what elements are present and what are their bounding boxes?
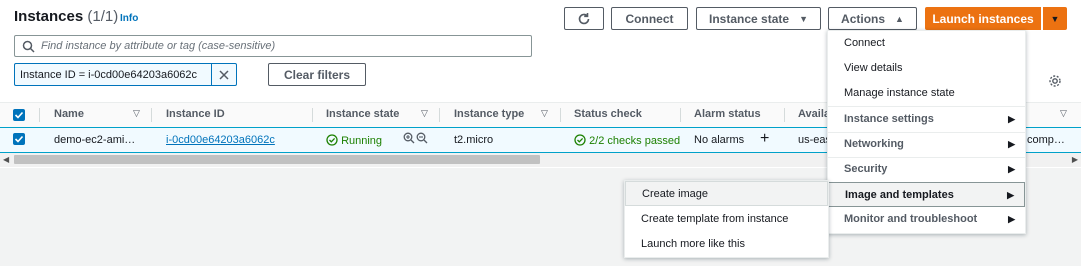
caret-right-icon: ▶ bbox=[1008, 214, 1015, 224]
column-divider bbox=[560, 108, 561, 122]
title-text: Instances bbox=[14, 8, 84, 25]
launch-dropdown-button[interactable]: ▼ bbox=[1043, 7, 1067, 30]
connect-button[interactable]: Connect bbox=[611, 7, 688, 30]
search-placeholder: Find instance by attribute or tag (case-… bbox=[41, 40, 276, 52]
search-icon bbox=[22, 40, 35, 53]
group-label: Image and templates bbox=[845, 189, 954, 201]
launch-instances-button[interactable]: Launch instances bbox=[925, 7, 1041, 30]
menu-item-create-image[interactable]: Create image bbox=[625, 181, 828, 206]
remove-filter-button[interactable] bbox=[211, 64, 236, 85]
actions-button[interactable]: Actions ▲ bbox=[828, 7, 917, 30]
zoom-in-icon[interactable] bbox=[403, 132, 415, 147]
menu-group-instance-settings[interactable]: Instance settings ▶ bbox=[828, 107, 1025, 132]
menu-group-monitor-and-troubleshoot[interactable]: Monitor and troubleshoot ▶ bbox=[828, 207, 1025, 232]
header-name[interactable]: Name bbox=[54, 108, 84, 120]
instance-count: (1/1) bbox=[87, 8, 119, 25]
caret-right-icon: ▶ bbox=[1008, 139, 1015, 149]
image-templates-submenu: Create image Create template from instan… bbox=[624, 180, 829, 258]
header-instance-type[interactable]: Instance type bbox=[454, 108, 524, 120]
actions-label: Actions bbox=[841, 11, 886, 26]
scroll-left-icon[interactable]: ◀ bbox=[3, 155, 9, 164]
cell-name: demo-ec2-ami… bbox=[54, 134, 136, 146]
menu-item-create-template[interactable]: Create template from instance bbox=[625, 207, 828, 232]
column-divider bbox=[151, 108, 152, 122]
sort-icon[interactable]: ▽ bbox=[421, 108, 428, 119]
zoom-out-icon[interactable] bbox=[416, 132, 428, 147]
group-label: Security bbox=[844, 163, 888, 175]
caret-up-icon: ▲ bbox=[895, 13, 904, 24]
cell-instance-type: t2.micro bbox=[454, 134, 494, 146]
menu-item-connect[interactable]: Connect bbox=[828, 31, 1025, 56]
header-alarm-status[interactable]: Alarm status bbox=[694, 108, 761, 120]
caret-down-icon: ▼ bbox=[1050, 13, 1060, 24]
check-icon bbox=[14, 111, 24, 119]
menu-item-manage-instance-state[interactable]: Manage instance state bbox=[828, 81, 1025, 106]
instance-state-label: Instance state bbox=[709, 11, 790, 26]
column-divider bbox=[312, 108, 313, 122]
group-label: Networking bbox=[844, 138, 904, 150]
menu-group-networking[interactable]: Networking ▶ bbox=[828, 132, 1025, 157]
group-label: Instance settings bbox=[844, 113, 934, 125]
caret-down-icon: ▼ bbox=[799, 13, 808, 24]
instance-id-link[interactable]: i-0cd00e64203a6062c bbox=[166, 134, 275, 146]
header-instance-state[interactable]: Instance state bbox=[326, 108, 399, 120]
sort-icon[interactable]: ▽ bbox=[541, 108, 548, 119]
scrollbar-thumb[interactable] bbox=[14, 155, 540, 164]
header-availability-zone[interactable]: Availa bbox=[798, 108, 830, 120]
sort-icon[interactable]: ▽ bbox=[1060, 108, 1067, 119]
menu-item-view-details[interactable]: View details bbox=[828, 56, 1025, 81]
check-circle-icon bbox=[326, 134, 338, 146]
row-checkbox[interactable] bbox=[13, 133, 25, 145]
cell-instance-state: Running bbox=[326, 134, 382, 147]
menu-item-launch-more[interactable]: Launch more like this bbox=[625, 232, 828, 257]
filter-token-label: Instance ID = i-0cd00e64203a6062c bbox=[20, 69, 198, 81]
scroll-right-icon[interactable]: ▶ bbox=[1072, 155, 1078, 164]
info-link[interactable]: Info bbox=[120, 13, 138, 24]
instance-state-button[interactable]: Instance state ▼ bbox=[696, 7, 821, 30]
close-icon bbox=[219, 69, 229, 80]
cell-truncated: comp… bbox=[1027, 134, 1065, 146]
refresh-button[interactable] bbox=[564, 7, 604, 30]
caret-right-icon: ▶ bbox=[1007, 190, 1014, 200]
group-label: Monitor and troubleshoot bbox=[844, 213, 978, 225]
select-all-checkbox[interactable] bbox=[13, 109, 25, 121]
page-title: Instances (1/1) bbox=[14, 8, 118, 25]
clear-filters-button[interactable]: Clear filters bbox=[268, 63, 366, 86]
cell-status-check: 2/2 checks passed bbox=[574, 134, 680, 147]
column-divider bbox=[39, 108, 40, 122]
column-divider bbox=[784, 108, 785, 122]
column-divider bbox=[680, 108, 681, 122]
cell-alarm-status: No alarms bbox=[694, 134, 745, 146]
column-divider bbox=[439, 108, 440, 122]
state-label: Running bbox=[341, 135, 383, 147]
filter-token: Instance ID = i-0cd00e64203a6062c bbox=[14, 63, 237, 86]
menu-group-security[interactable]: Security ▶ bbox=[828, 157, 1025, 182]
caret-right-icon: ▶ bbox=[1008, 164, 1015, 174]
status-label: 2/2 checks passed bbox=[589, 135, 681, 147]
menu-group-image-and-templates[interactable]: Image and templates ▶ bbox=[828, 182, 1025, 207]
gear-icon[interactable] bbox=[1048, 74, 1062, 88]
header-status-check[interactable]: Status check bbox=[574, 108, 642, 120]
check-icon bbox=[14, 135, 24, 143]
caret-right-icon: ▶ bbox=[1008, 114, 1015, 124]
actions-menu: Connect View details Manage instance sta… bbox=[827, 30, 1026, 234]
search-input[interactable]: Find instance by attribute or tag (case-… bbox=[14, 35, 532, 57]
header-instance-id[interactable]: Instance ID bbox=[166, 108, 225, 120]
add-alarm-icon[interactable]: + bbox=[760, 130, 769, 148]
sort-icon[interactable]: ▽ bbox=[133, 108, 140, 119]
refresh-icon bbox=[578, 12, 590, 24]
check-circle-icon bbox=[574, 134, 586, 146]
